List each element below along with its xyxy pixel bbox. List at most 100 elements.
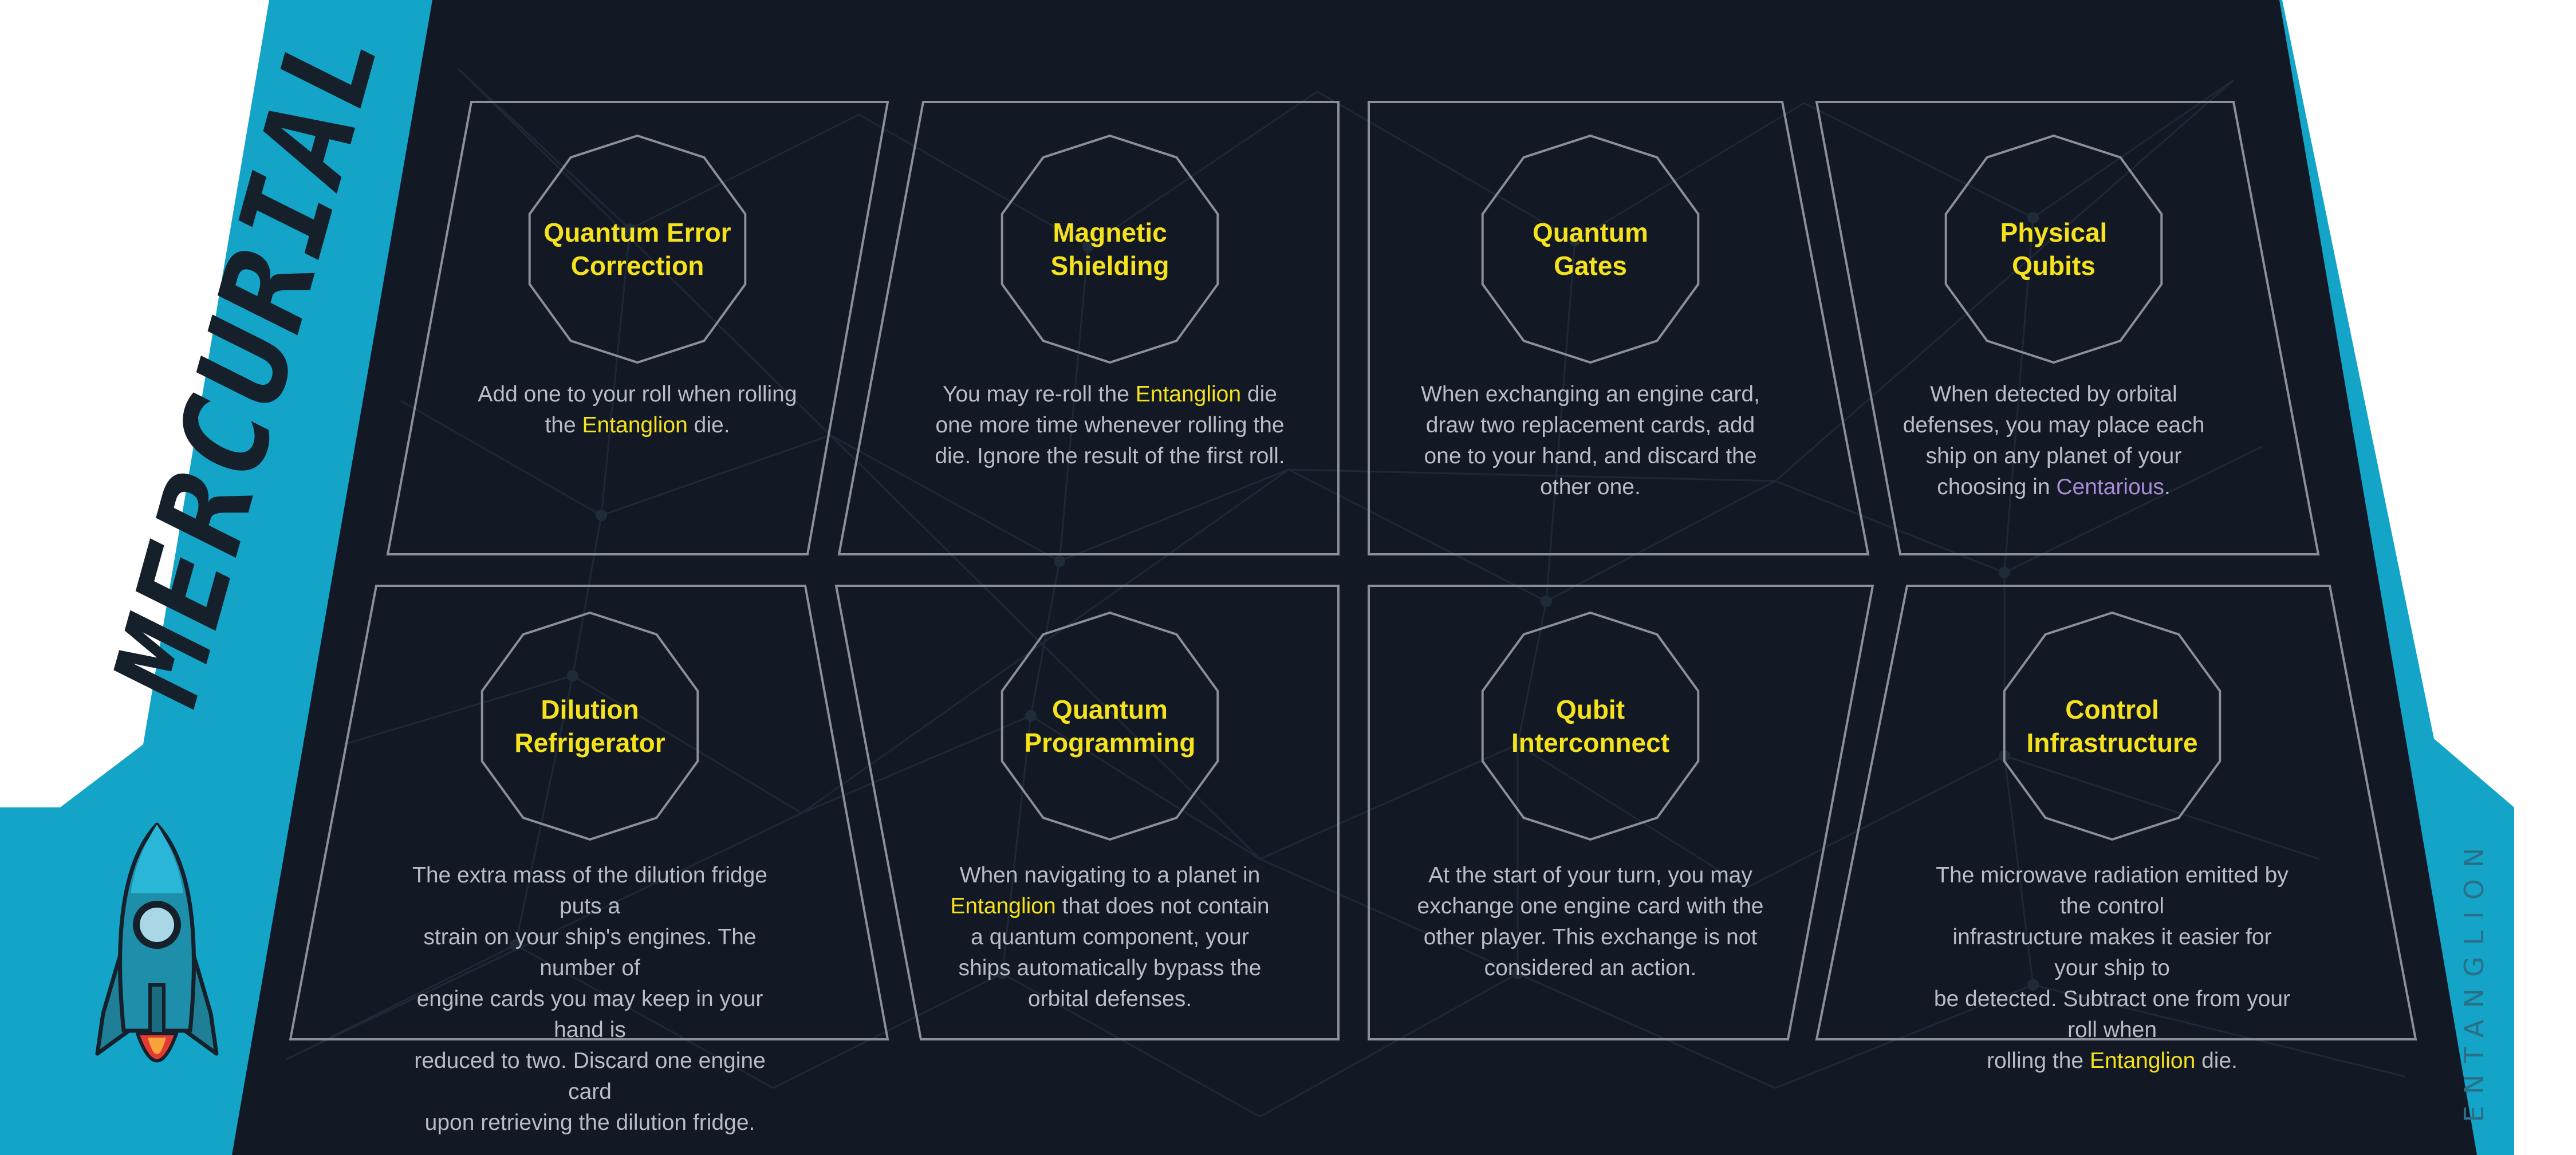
card-description-line: When detected by orbital [1870,379,2237,410]
game-keyword: Entanglion [582,413,688,437]
card-title-line: Dilution [541,695,639,724]
description-text: other one. [1540,475,1641,499]
description-text: You may re-roll the [943,382,1136,407]
card-description-line: When navigating to a planet in [927,860,1293,891]
description-text: ships automatically bypass the [958,956,1262,980]
card-description-line: ships automatically bypass the [927,953,1293,984]
card-description-line: The microwave radiation emitted by the c… [1929,860,2295,922]
card-description-line: ship on any planet of your [1870,441,2237,472]
card-title: Magnetic Shielding [990,216,1230,282]
card-description-line: exchange one engine card with the [1407,891,1774,922]
card-description: The microwave radiation emitted by the c… [1929,860,2295,1077]
card-title: Control Infrastructure [1992,693,2232,759]
card-description-line: the Entanglion die. [454,410,821,441]
description-text: reduced to two. Discard one engine card [414,1048,766,1104]
description-text: die. Ignore the result of the first roll… [935,444,1285,468]
description-text: strain on your ship's engines. The numbe… [423,925,757,980]
card-description-line: The extra mass of the dilution fridge pu… [407,860,773,922]
card-title-line: Magnetic [1053,218,1167,247]
description-text: die. [687,413,730,437]
card-description-line: orbital defenses. [927,984,1293,1015]
description-text: upon retrieving the dilution fridge. [424,1110,755,1135]
card-description-line: other player. This exchange is not [1407,922,1774,953]
description-text: defenses, you may place each [1903,413,2205,437]
card-title-line: Infrastructure [2026,728,2198,758]
card-title-line: Programming [1024,728,1196,758]
card-title-line: Gates [1554,251,1627,281]
card-title-line: Correction [570,251,704,281]
card-description-line: defenses, you may place each [1870,410,2237,441]
card-title: Qubit Interconnect [1470,693,1711,759]
card-description: When detected by orbital defenses, you ma… [1870,379,2237,503]
description-text: one more time whenever rolling the [935,413,1285,437]
card-description-line: Entanglion that does not contain [927,891,1293,922]
card-description-line: choosing in Centarious. [1870,472,2237,503]
description-text: orbital defenses. [1027,987,1192,1011]
card-description-line: be detected. Subtract one from your roll… [1929,984,2295,1046]
card-description-line: considered an action. [1407,953,1774,984]
description-text: die [1241,382,1277,407]
game-keyword: Entanglion [1135,382,1242,407]
card-title-line: Interconnect [1511,728,1670,758]
description-text: exchange one engine card with the [1417,894,1764,919]
game-brand: ENTANGLION [2459,836,2490,1122]
card-description: You may re-roll the Entanglion die one mo… [927,379,1293,472]
card-description-line: You may re-roll the Entanglion die [927,379,1293,410]
card-description-line: one to your hand, and discard the [1407,441,1774,472]
card-title-line: Physical [2000,218,2108,247]
description-text: When exchanging an engine card, [1421,382,1760,407]
card-description: Add one to your roll when rolling the Ent… [454,379,821,441]
description-text: that does not contain [1055,894,1270,919]
card-description-line: other one. [1407,472,1774,503]
card-description-line: reduced to two. Discard one engine card [407,1046,773,1107]
card-description-line: one more time whenever rolling the [927,410,1293,441]
description-text: die. [2195,1048,2238,1073]
card-title-line: Qubit [1555,695,1625,724]
description-text: be detected. Subtract one from your roll… [1933,987,2291,1042]
card-title: Dilution Refrigerator [470,693,710,759]
description-text: infrastructure makes it easier for your … [1952,925,2272,980]
card-title-line: Quantum Error [543,218,731,247]
card-description-line: When exchanging an engine card, [1407,379,1774,410]
card-title: Quantum Error Correction [517,216,758,282]
description-text: At the start of your turn, you may [1428,863,1752,888]
card-title-line: Quantum [1533,218,1648,247]
card-title: Quantum Gates [1470,216,1711,282]
description-text: engine cards you may keep in your hand i… [416,987,763,1042]
description-text: considered an action. [1484,956,1697,980]
description-text: When detected by orbital [1930,382,2177,407]
card-description-line: At the start of your turn, you may [1407,860,1774,891]
description-text: When navigating to a planet in [959,863,1261,888]
game-keyword: Entanglion [2089,1048,2196,1073]
description-text: . [2164,475,2171,499]
description-text: The extra mass of the dilution fridge pu… [412,863,767,919]
card-description-line: strain on your ship's engines. The numbe… [407,922,773,984]
card-description: When navigating to a planet in Entanglion… [927,860,1293,1015]
card-title: Physical Qubits [1933,216,2174,282]
card-description: When exchanging an engine card, draw two … [1407,379,1774,503]
card-description-line: engine cards you may keep in your hand i… [407,984,773,1046]
game-keyword: Entanglion [950,894,1056,919]
card-title-line: Refrigerator [514,728,665,758]
description-text: Add one to your roll when rolling [478,382,797,407]
player-board: MERCURIAL ENTANGLION Quantum Error Correc… [0,0,2576,1155]
card-description-line: upon retrieving the dilution fridge. [407,1107,773,1138]
card-description-line: draw two replacement cards, add [1407,410,1774,441]
card-title: Quantum Programming [990,693,1230,759]
description-text: a quantum component, your [971,925,1249,949]
card-description-line: infrastructure makes it easier for your … [1929,922,2295,984]
description-text: choosing in [1937,475,2057,499]
description-text: rolling the [1987,1048,2090,1073]
card-description-line: die. Ignore the result of the first roll… [927,441,1293,472]
description-text: ship on any planet of your [1925,444,2182,468]
card-description-line: rolling the Entanglion die. [1929,1046,2295,1077]
card-title-line: Qubits [2012,251,2096,281]
card-description-line: Add one to your roll when rolling [454,379,821,410]
description-text: the [545,413,582,437]
card-title-line: Control [2065,695,2159,724]
location-keyword: Centarious [2056,475,2164,499]
description-text: draw two replacement cards, add [1425,413,1755,437]
description-text: The microwave radiation emitted by the c… [1936,863,2289,919]
card-description: The extra mass of the dilution fridge pu… [407,860,773,1138]
card-title-line: Quantum [1052,695,1168,724]
